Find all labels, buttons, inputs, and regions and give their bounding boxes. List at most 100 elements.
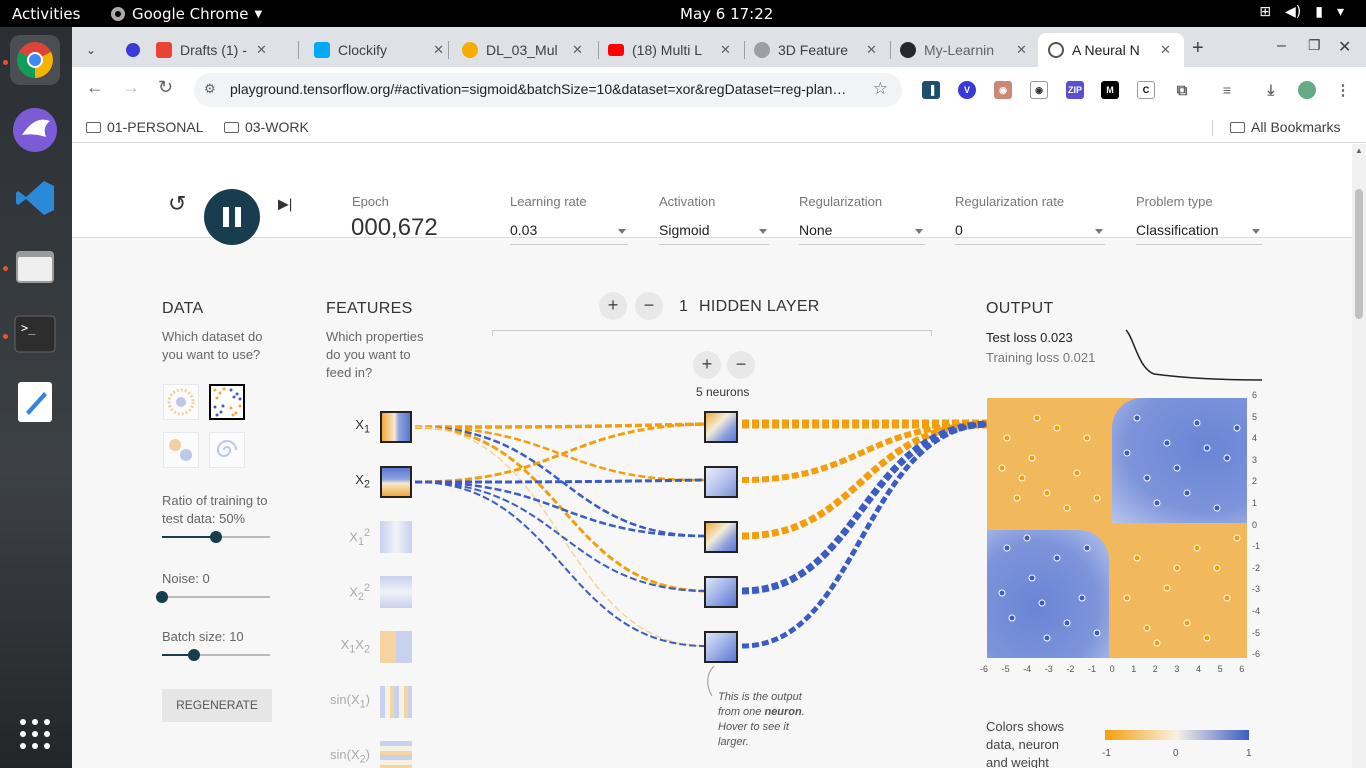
close-icon[interactable]: ✕ — [256, 42, 267, 58]
kebab-menu-icon[interactable]: ⋮ — [1334, 81, 1352, 99]
regenerate-button[interactable]: REGENERATE — [162, 689, 272, 722]
feature-x2-squared[interactable] — [380, 576, 412, 608]
scrollbar-thumb[interactable] — [1355, 189, 1363, 319]
tab-drafts[interactable]: Drafts (1) - ✕ — [116, 33, 296, 67]
slider-handle[interactable] — [210, 531, 222, 543]
tab-youtube[interactable]: (18) Multi L ✕ — [598, 33, 743, 67]
ratio-slider[interactable] — [162, 530, 272, 544]
learning-rate-select[interactable]: 0.03 — [510, 219, 628, 245]
feature-x1-squared[interactable] — [380, 521, 412, 553]
problem-type-label: Problem type — [1136, 194, 1213, 209]
bookmark-folder-personal[interactable]: 01-PERSONAL — [86, 119, 203, 135]
noise-slider[interactable] — [156, 590, 272, 604]
regularization-select[interactable]: None — [799, 219, 925, 245]
github-icon — [900, 42, 916, 58]
zip-extension-icon[interactable]: ZIP — [1066, 81, 1084, 99]
feature-x1[interactable] — [380, 411, 412, 443]
dataset-gaussian[interactable] — [163, 432, 199, 468]
avatar[interactable] — [1298, 81, 1316, 99]
folder-icon — [1230, 121, 1245, 133]
remove-neuron-button[interactable]: − — [727, 351, 755, 379]
scroll-up-icon[interactable]: ▲ — [1355, 146, 1363, 155]
add-neuron-button[interactable]: + — [693, 351, 721, 379]
hidden-neuron-2[interactable] — [704, 466, 738, 498]
new-tab-button[interactable]: + — [1192, 37, 1204, 60]
vee-extension-icon[interactable]: V — [958, 81, 976, 99]
close-icon[interactable]: ✕ — [720, 42, 731, 58]
x-tick-label: -4 — [1023, 664, 1032, 674]
add-layer-button[interactable]: + — [599, 292, 627, 320]
slider-handle[interactable] — [156, 591, 168, 603]
bookmark-star-icon[interactable]: ☆ — [873, 79, 888, 99]
site-info-icon[interactable]: ⚙ — [204, 81, 216, 97]
clock[interactable]: May 6 17:22 — [680, 5, 773, 23]
close-icon[interactable]: ✕ — [572, 42, 583, 58]
data-title: DATA — [162, 300, 204, 317]
tab-colab[interactable]: DL_03_Mul ✕ — [452, 33, 597, 67]
vscode-icon[interactable] — [10, 173, 60, 223]
feature-x1x2[interactable] — [380, 631, 412, 663]
legend-tick-min: -1 — [1102, 748, 1111, 759]
forward-arrow-icon[interactable]: → — [122, 77, 140, 98]
c-extension-icon[interactable]: C — [1137, 81, 1155, 99]
address-bar[interactable]: ⚙ playground.tensorflow.org/#activation=… — [194, 73, 902, 107]
hidden-neuron-5[interactable] — [704, 631, 738, 663]
step-icon[interactable]: ▶| — [278, 196, 292, 213]
extension-icon[interactable]: ▐ — [922, 81, 940, 99]
feature-label-x1-squared: X12 — [349, 527, 370, 548]
face-extension-icon[interactable]: ◉ — [994, 81, 1012, 99]
problem-type-select[interactable]: Classification — [1136, 219, 1262, 245]
feature-sin-x2[interactable] — [380, 741, 412, 768]
hidden-neuron-1[interactable] — [704, 411, 738, 443]
dataset-spiral[interactable] — [209, 432, 245, 468]
close-icon[interactable]: ✕ — [1160, 42, 1171, 58]
terminal-icon[interactable]: >_ — [10, 309, 60, 359]
text-editor-icon[interactable] — [10, 377, 60, 427]
close-icon[interactable]: ✕ — [866, 42, 877, 58]
regularization-rate-select[interactable]: 0 — [955, 219, 1105, 245]
eye-extension-icon[interactable]: ◉ — [1030, 81, 1048, 99]
bookmark-folder-work[interactable]: 03-WORK — [224, 119, 309, 135]
features-title: FEATURES — [326, 300, 413, 317]
tab-neural-network[interactable]: A Neural N ✕ — [1038, 33, 1184, 67]
tab-search-button[interactable]: ⌄ — [78, 33, 108, 67]
bird-browser-icon[interactable] — [10, 105, 60, 155]
activation-select[interactable]: Sigmoid — [659, 219, 769, 245]
remove-layer-button[interactable]: − — [635, 292, 663, 320]
tab-clockify[interactable]: Clockify ✕ — [304, 33, 444, 67]
page-scrollbar[interactable]: ▲ — [1352, 144, 1366, 768]
tab-github[interactable]: My-Learnin ✕ — [890, 33, 1035, 67]
maximize-button[interactable]: ❐ — [1308, 37, 1321, 54]
tab-3d-feature[interactable]: 3D Feature ✕ — [744, 33, 889, 67]
dataset-xor[interactable] — [209, 384, 245, 420]
close-window-button[interactable]: ✕ — [1338, 37, 1351, 57]
reload-icon[interactable]: ↻ — [158, 77, 173, 98]
app-menu[interactable]: Google Chrome ▼ — [110, 5, 262, 23]
chrome-icon[interactable] — [10, 35, 60, 85]
media-icon[interactable]: ≡ — [1218, 81, 1236, 99]
pause-button[interactable] — [204, 189, 260, 245]
feature-sin-x1[interactable] — [380, 686, 412, 718]
y-tick-label: 5 — [1252, 411, 1258, 422]
download-icon[interactable]: ⤓ — [1262, 81, 1280, 99]
minimize-button[interactable]: – — [1277, 37, 1286, 55]
dataset-circle[interactable] — [163, 384, 199, 420]
slider-handle[interactable] — [188, 649, 200, 661]
feature-x2[interactable] — [380, 466, 412, 498]
power-menu-icon: ▾ — [1336, 4, 1344, 20]
hidden-neuron-3[interactable] — [704, 521, 738, 553]
close-icon[interactable]: ✕ — [1016, 42, 1027, 58]
close-icon[interactable]: ✕ — [433, 42, 444, 58]
hidden-neuron-4[interactable] — [704, 576, 738, 608]
selected-value: 0 — [955, 222, 963, 238]
batch-size-slider[interactable] — [162, 648, 272, 662]
activities-button[interactable]: Activities — [12, 5, 80, 23]
files-icon[interactable] — [10, 241, 60, 291]
medium-extension-icon[interactable]: M — [1101, 81, 1119, 99]
all-bookmarks[interactable]: All Bookmarks — [1230, 119, 1340, 135]
system-tray[interactable]: ⊞ ◀) ▮ ▾ — [1259, 4, 1344, 20]
back-arrow-icon[interactable]: ← — [86, 77, 104, 98]
puzzle-icon[interactable]: ⧉ — [1173, 81, 1191, 99]
app-grid-icon[interactable] — [10, 709, 60, 759]
reset-icon[interactable]: ↺ — [168, 191, 186, 217]
